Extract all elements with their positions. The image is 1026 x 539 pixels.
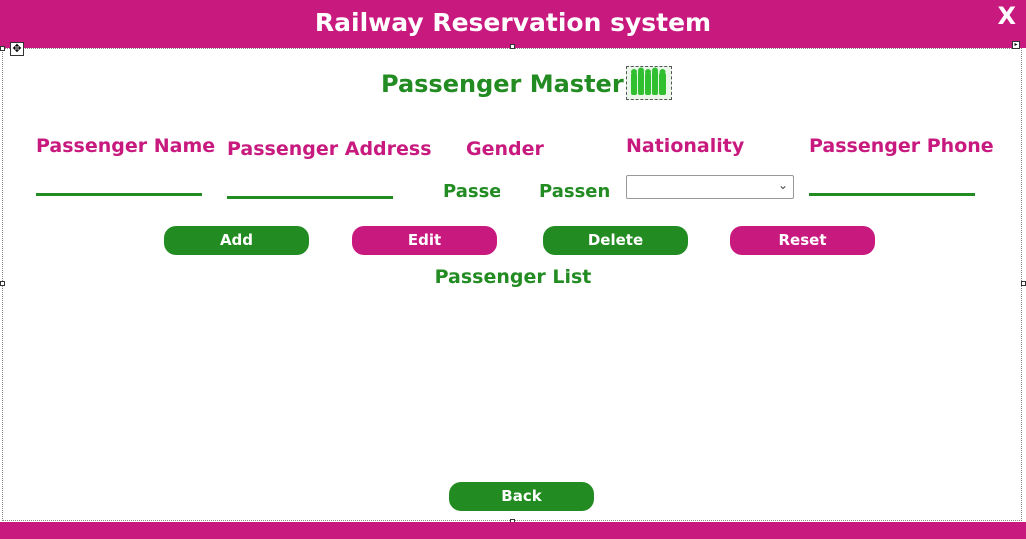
move-handle-icon[interactable]: ✥ <box>10 42 24 56</box>
delete-button[interactable]: Delete <box>543 226 688 255</box>
close-icon[interactable]: X <box>997 2 1016 30</box>
edit-button[interactable]: Edit <box>352 226 497 255</box>
passenger-address-input[interactable] <box>227 177 393 199</box>
passenger-list-title: Passenger List <box>434 266 592 288</box>
add-button[interactable]: Add <box>164 226 309 255</box>
dropdown-chevron-icon: ⌄ <box>777 178 788 192</box>
nationality-select[interactable]: ⌄ <box>626 175 794 199</box>
page-title: Passenger Master <box>381 70 624 98</box>
passenger-address-label: Passenger Address <box>227 138 432 160</box>
window-title: Railway Reservation system <box>314 8 712 37</box>
passenger-phone-input[interactable] <box>809 174 975 196</box>
bottom-bar <box>0 522 1026 539</box>
title-bar: Railway Reservation system X <box>0 0 1026 48</box>
passengers-logo-icon <box>626 66 672 100</box>
back-button[interactable]: Back <box>449 482 594 511</box>
passenger-phone-label: Passenger Phone <box>809 135 994 157</box>
passenger-name-label: Passenger Name <box>36 135 216 157</box>
smart-tag-icon[interactable]: ▸ <box>1012 41 1020 49</box>
reset-button[interactable]: Reset <box>730 226 875 255</box>
gender-option-2[interactable]: Passen <box>539 181 609 202</box>
resize-handle-top[interactable] <box>510 44 515 49</box>
nationality-label: Nationality <box>626 135 745 157</box>
gender-option-1[interactable]: Passe <box>443 181 500 202</box>
passenger-name-input[interactable] <box>36 174 202 196</box>
resize-handle-top-left[interactable] <box>0 46 5 51</box>
passenger-list-grid[interactable] <box>30 300 996 470</box>
gender-label: Gender <box>466 138 544 160</box>
